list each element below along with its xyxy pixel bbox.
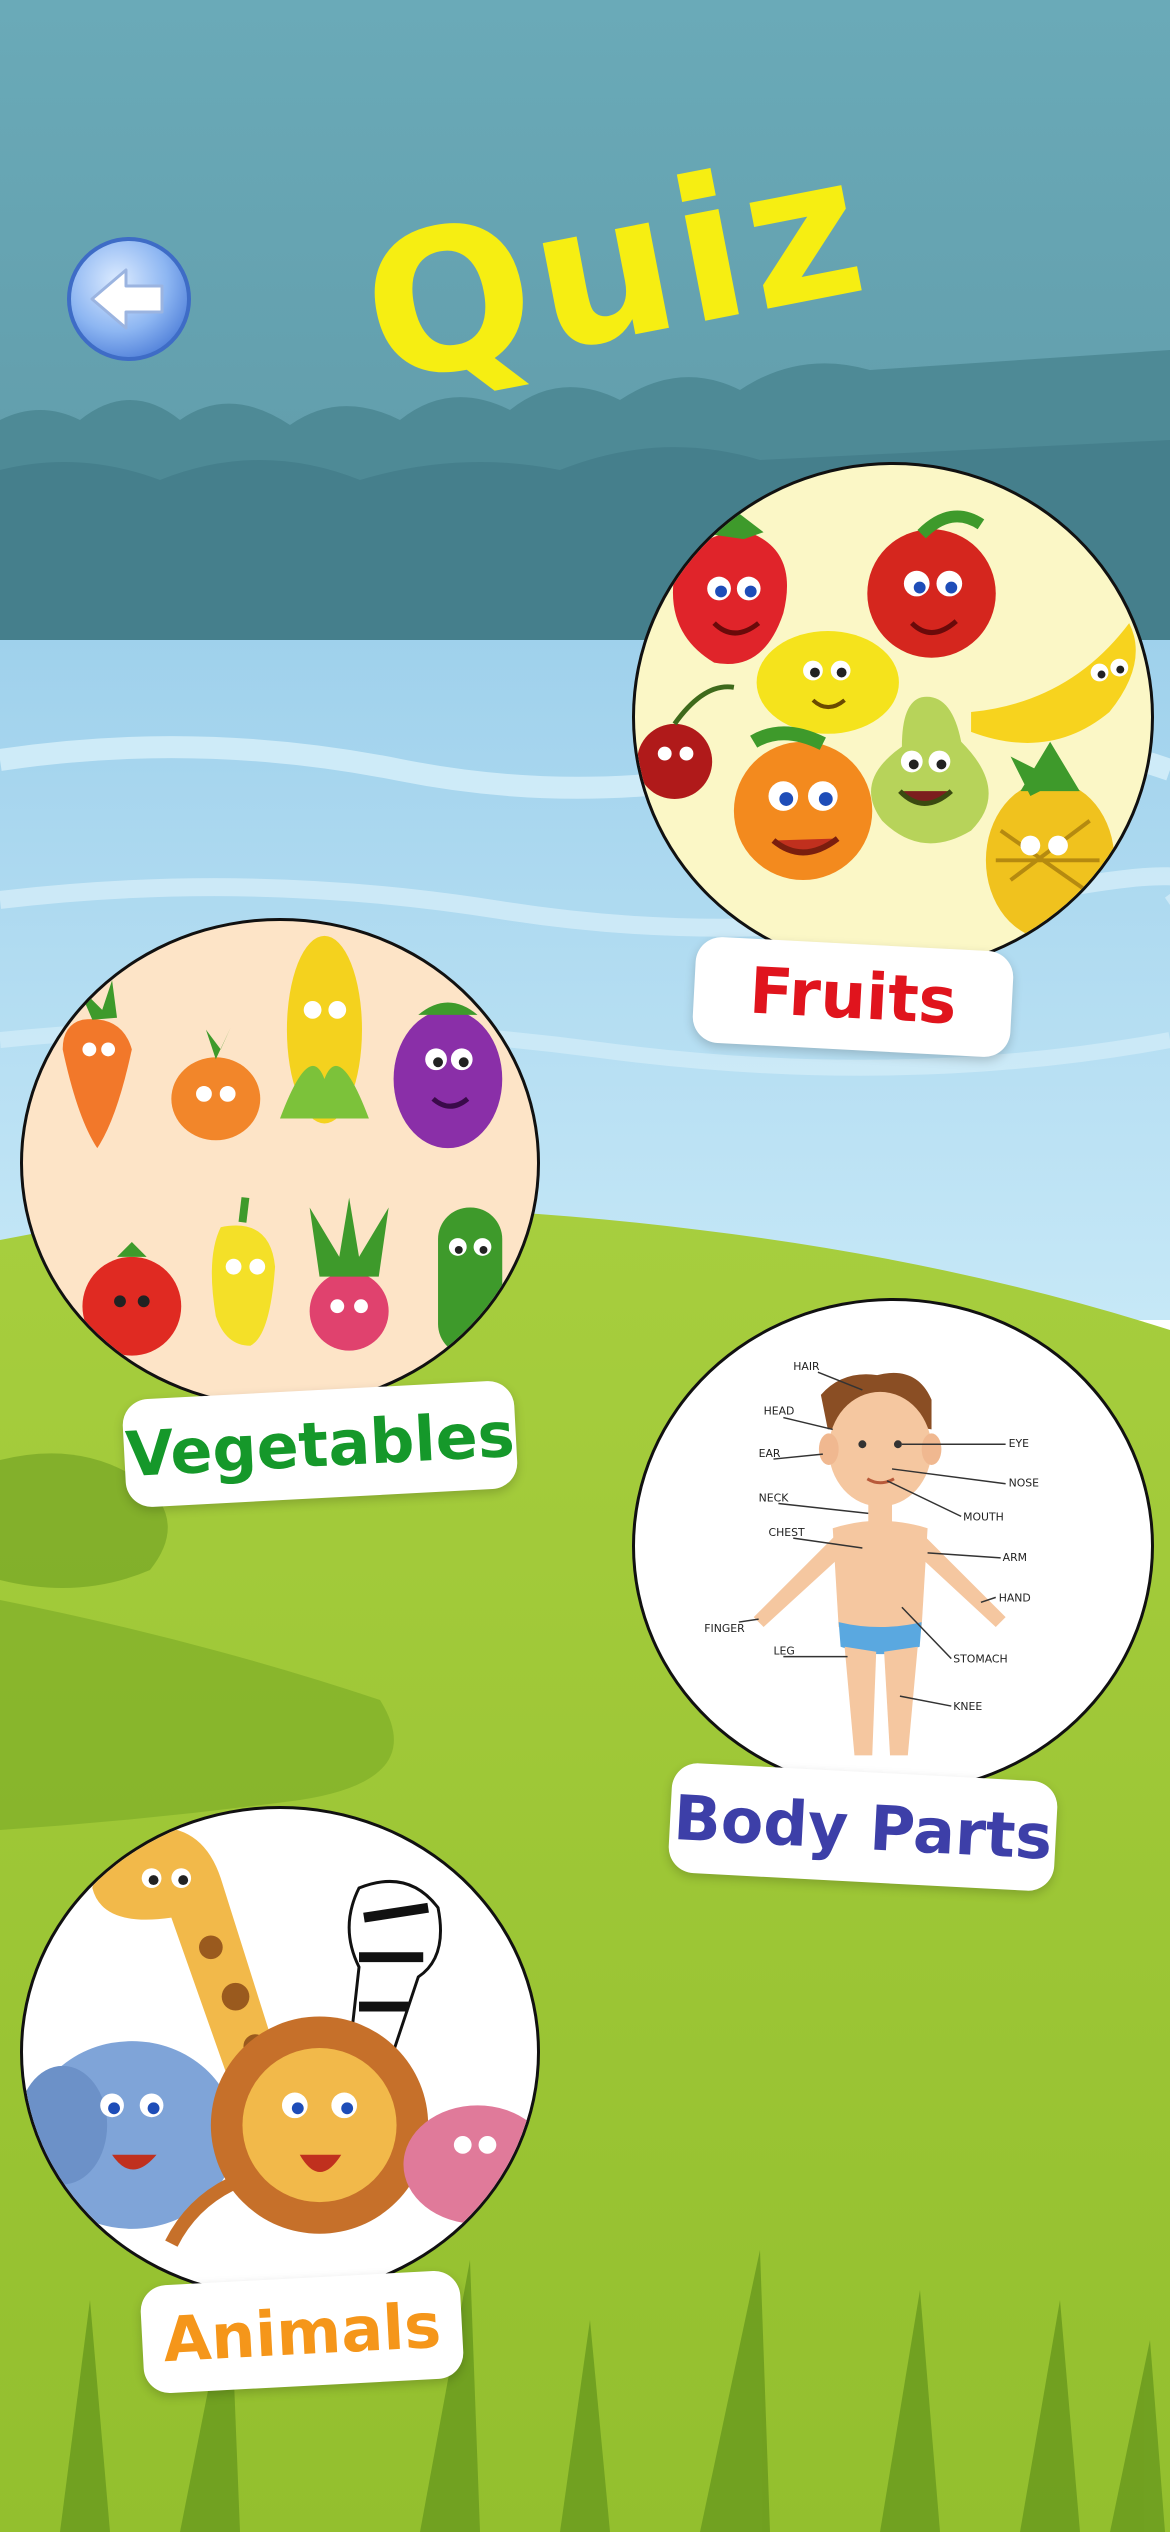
diagram-label-ear: EAR bbox=[759, 1447, 781, 1460]
diagram-label-hair: HAIR bbox=[793, 1360, 820, 1373]
diagram-label-hand: HAND bbox=[999, 1591, 1031, 1604]
body-parts-label[interactable]: Body Parts bbox=[667, 1761, 1059, 1893]
diagram-label-nose: NOSE bbox=[1009, 1477, 1040, 1490]
vegetables-image bbox=[20, 918, 540, 1408]
fruits-image bbox=[632, 462, 1154, 972]
fruits-label[interactable]: Fruits bbox=[691, 935, 1015, 1059]
back-arrow-icon bbox=[67, 237, 191, 361]
diagram-label-head: HEAD bbox=[764, 1405, 795, 1418]
category-animals[interactable]: Animals bbox=[18, 1806, 548, 2412]
animals-label[interactable]: Animals bbox=[139, 2269, 465, 2395]
diagram-label-mouth: MOUTH bbox=[963, 1510, 1004, 1523]
animals-image bbox=[20, 1806, 540, 2298]
diagram-label-finger: FINGER bbox=[704, 1622, 745, 1635]
diagram-label-neck: NECK bbox=[759, 1492, 790, 1505]
category-vegetables[interactable]: Vegetables bbox=[18, 918, 540, 1528]
back-button[interactable] bbox=[64, 236, 194, 362]
category-fruits[interactable]: Fruits bbox=[632, 462, 1162, 1082]
vegetables-illustration bbox=[62, 935, 503, 1356]
body-parts-image: HAIR HEAD EAR NECK CHEST FINGER LEG EYE … bbox=[632, 1298, 1154, 1794]
diagram-label-knee: KNEE bbox=[953, 1700, 982, 1713]
diagram-label-arm: ARM bbox=[1003, 1551, 1027, 1564]
diagram-label-stomach: STOMACH bbox=[953, 1653, 1007, 1666]
fruits-illustration bbox=[637, 509, 1136, 940]
diagram-label-chest: CHEST bbox=[769, 1526, 806, 1539]
body-parts-diagram: HAIR HEAD EAR NECK CHEST FINGER LEG EYE … bbox=[704, 1360, 1040, 1756]
diagram-label-leg: LEG bbox=[773, 1645, 794, 1658]
animals-illustration bbox=[23, 1827, 537, 2247]
vegetables-label[interactable]: Vegetables bbox=[121, 1379, 519, 1509]
category-body-parts[interactable]: HAIR HEAD EAR NECK CHEST FINGER LEG EYE … bbox=[632, 1298, 1162, 1910]
diagram-label-eye: EYE bbox=[1009, 1437, 1029, 1450]
